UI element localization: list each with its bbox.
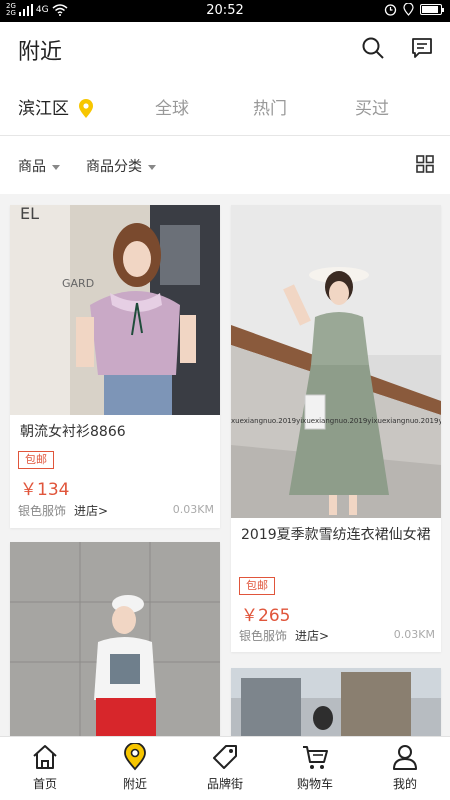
tab-cart[interactable]: 购物车: [285, 743, 345, 792]
clock: 20:52: [206, 3, 244, 18]
location-tabs: 滨江区 全球 热门 买过: [0, 74, 450, 136]
tab-bought[interactable]: 买过: [355, 94, 389, 119]
svg-text:EL: EL: [20, 205, 39, 223]
status-bar: 2G 2G 4G 20:52: [0, 0, 450, 22]
location-pin-icon: [79, 99, 94, 118]
product-price: ￥265: [241, 606, 291, 626]
shop-info: 银色服饰 进店>: [239, 627, 329, 644]
product-photo[interactable]: EL GARD: [10, 205, 220, 415]
product-card[interactable]: [231, 668, 441, 736]
caret-down-icon: [52, 164, 60, 170]
tab-me[interactable]: 我的: [375, 743, 435, 792]
tab-hot[interactable]: 热门: [253, 94, 287, 119]
page-title: 附近: [18, 40, 63, 65]
watermark-text: xuexiangnuo.2019yixuexiangnuo.2019yixuex…: [231, 417, 441, 425]
home-icon: [33, 745, 57, 769]
tab-brand-street-label: 品牌街: [206, 777, 243, 791]
product-name[interactable]: 朝流女衬衫8866: [20, 422, 126, 442]
filter-products[interactable]: 商品: [18, 156, 60, 176]
tab-cart-label: 购物车: [296, 777, 333, 791]
user-icon: [393, 745, 417, 770]
location-icon: [403, 3, 414, 16]
search-icon[interactable]: [361, 36, 385, 60]
product-card[interactable]: EL GARD 朝流女衬衫8866 包邮 ￥134 银色服饰 进店> 0.03KM: [10, 205, 220, 528]
tab-nearby[interactable]: 附近: [105, 743, 165, 792]
shop-name: 银色服饰: [239, 629, 288, 643]
tab-brand-street[interactable]: 品牌街: [195, 743, 255, 792]
message-icon[interactable]: [410, 36, 434, 60]
battery-icon: [420, 4, 444, 15]
distance: 0.03KM: [393, 628, 435, 641]
enter-shop-link[interactable]: 进店>: [74, 504, 108, 518]
free-shipping-badge: 包邮: [239, 577, 275, 595]
bottom-tab-bar: 首页 附近 品牌街 购物车 我的: [0, 736, 450, 800]
filter-category[interactable]: 商品分类: [86, 156, 156, 176]
tab-binjiang[interactable]: 滨江区: [18, 94, 94, 119]
shop-name: 银色服饰: [18, 504, 67, 518]
product-photo[interactable]: [231, 668, 441, 736]
enter-shop-link[interactable]: 进店>: [295, 629, 329, 643]
product-photo[interactable]: [10, 542, 220, 736]
product-price: ￥134: [20, 480, 70, 500]
svg-text:GARD: GARD: [62, 277, 94, 290]
tab-home-label: 首页: [32, 777, 57, 791]
tab-home[interactable]: 首页: [15, 743, 75, 792]
product-card[interactable]: [10, 542, 220, 736]
app-header: 附近: [0, 22, 450, 74]
free-shipping-badge: 包邮: [18, 451, 54, 469]
tab-global[interactable]: 全球: [155, 94, 189, 119]
tag-icon: [213, 745, 237, 769]
caret-down-icon: [148, 164, 156, 170]
shop-info: 银色服饰 进店>: [18, 502, 108, 519]
tab-me-label: 我的: [392, 777, 417, 791]
tab-nearby-label: 附近: [122, 777, 147, 791]
distance: 0.03KM: [172, 503, 214, 516]
product-photo[interactable]: xuexiangnuo.2019yixuexiangnuo.2019yixuex…: [231, 205, 441, 518]
product-name[interactable]: 2019夏季款雪纺连衣裙仙女裙: [241, 525, 437, 545]
cart-icon: [303, 746, 328, 769]
product-card[interactable]: xuexiangnuo.2019yixuexiangnuo.2019yixuex…: [231, 205, 441, 652]
location-pin-icon: [124, 743, 146, 771]
alarm-icon: [384, 4, 397, 16]
filter-bar: 商品 商品分类: [0, 136, 450, 194]
grid-view-icon[interactable]: [416, 155, 434, 173]
